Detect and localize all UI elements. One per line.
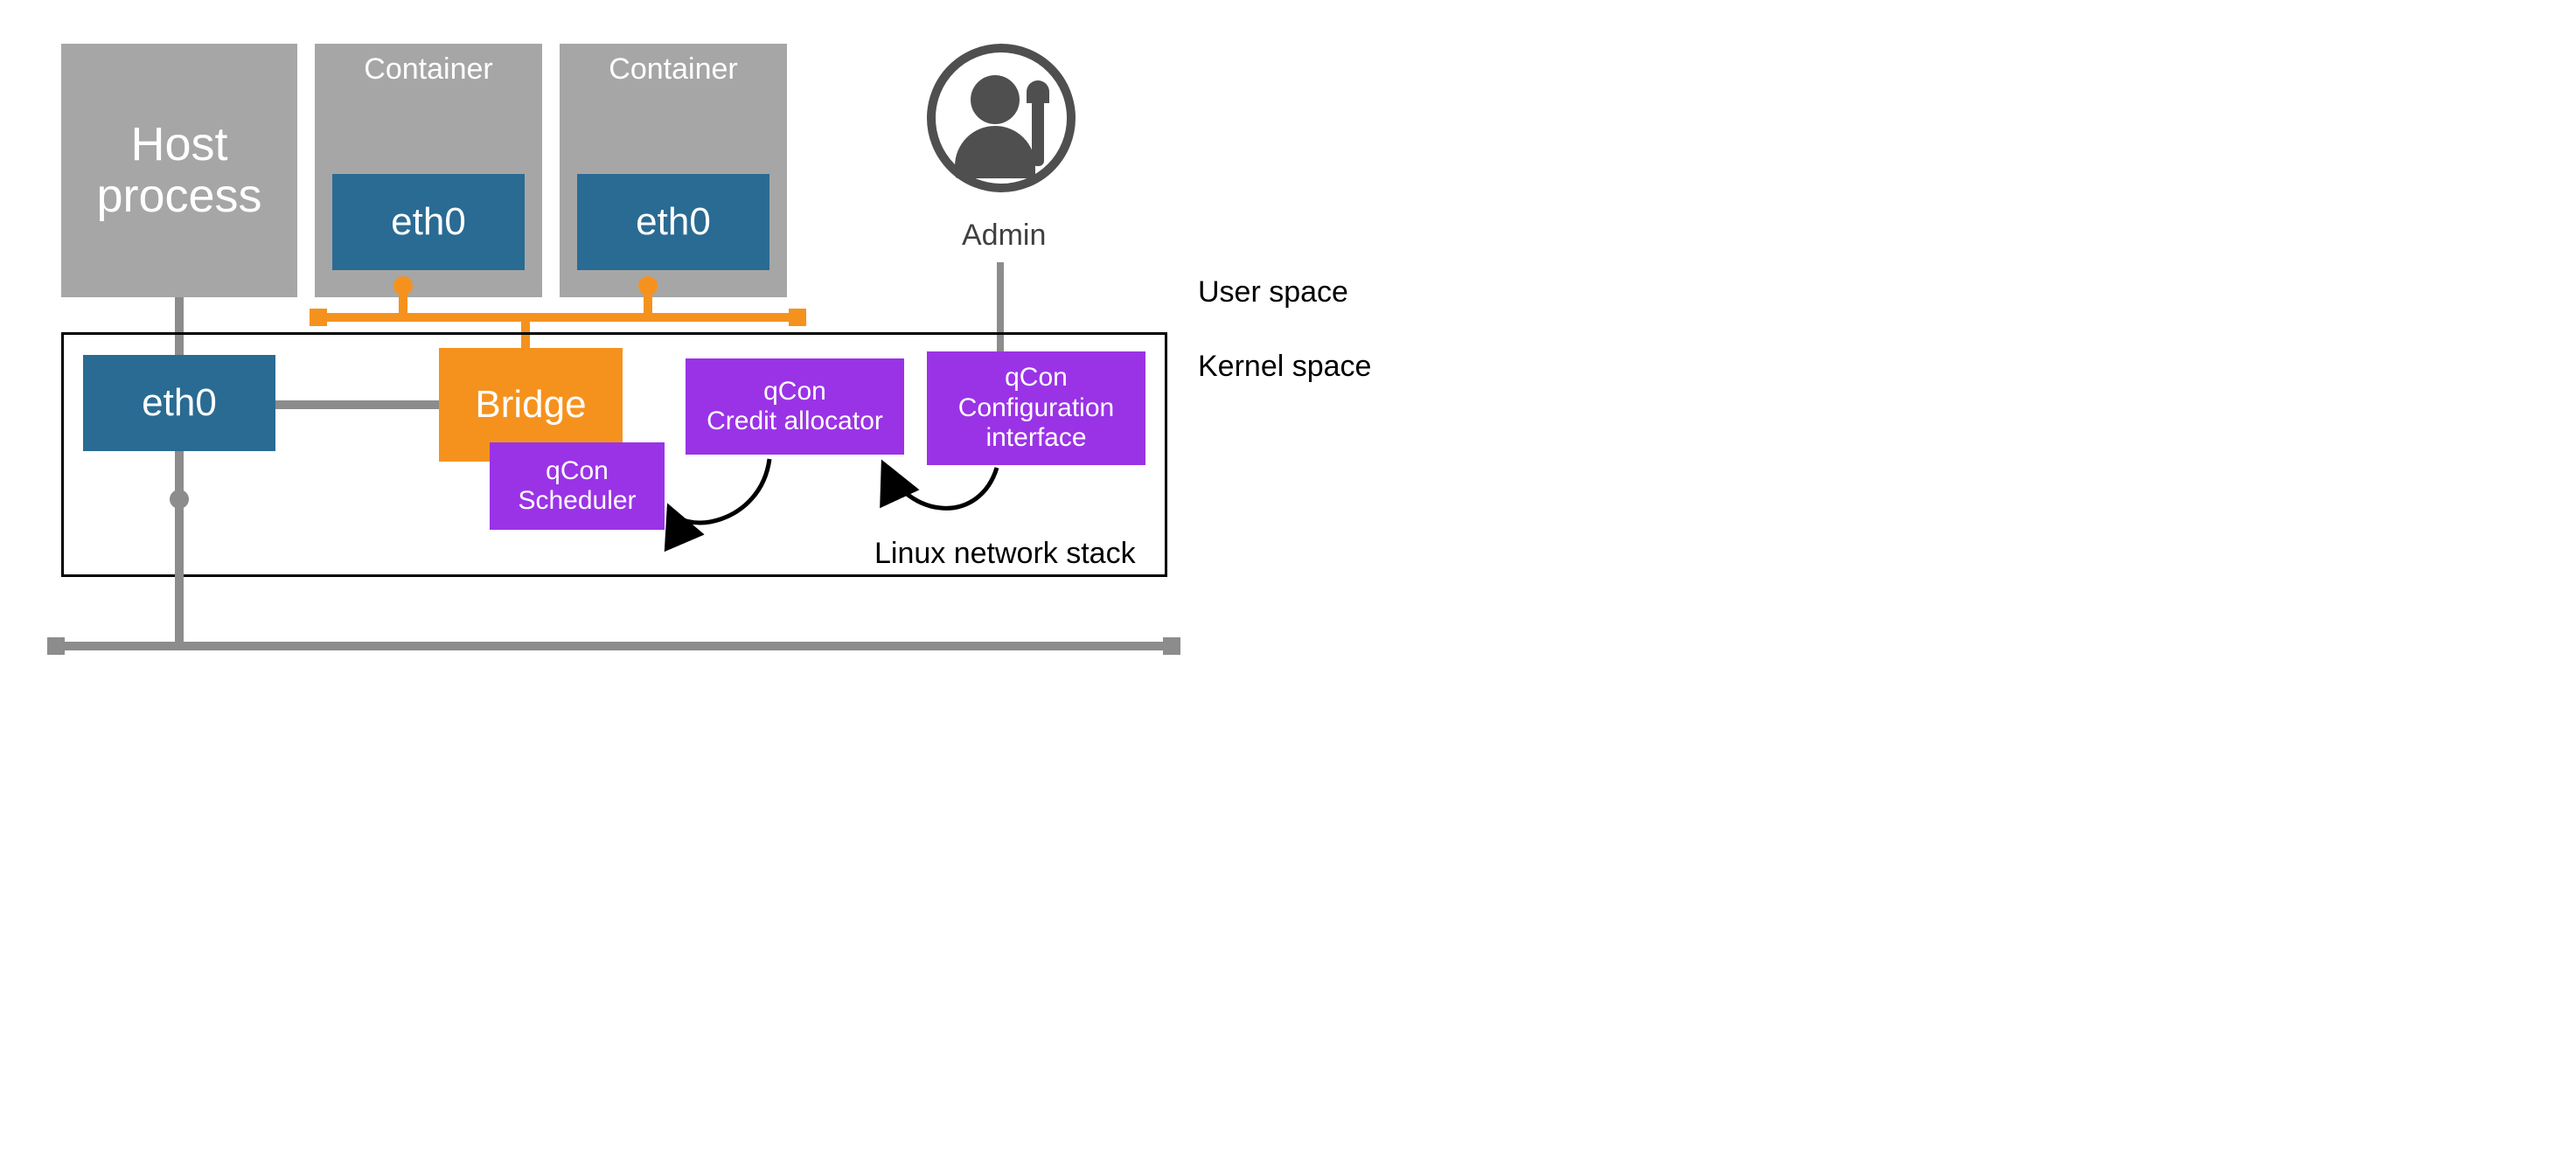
admin-icon-body (955, 126, 1035, 178)
user-space-label: User space (1198, 275, 1348, 309)
bridge-bus-end-left (310, 309, 327, 326)
container-2-title: Container (609, 52, 737, 87)
admin-icon-head (971, 75, 1020, 124)
container-2-eth0-label: eth0 (636, 200, 711, 244)
bridge-label: Bridge (475, 383, 586, 427)
admin-icon (927, 44, 1076, 192)
physical-bus-end-right (1163, 637, 1180, 655)
container-1-box: Container eth0 (315, 44, 542, 297)
bridge-bus-dot-c2 (638, 276, 658, 295)
bridge-bus-dot-c1 (393, 276, 413, 295)
kernel-eth0-label: eth0 (142, 381, 217, 425)
qcon-config-box: qCon Configuration interface (927, 351, 1145, 465)
architecture-diagram: Host process Container eth0 Container et… (35, 35, 1399, 673)
container-2-box: Container eth0 (560, 44, 787, 297)
container-1-eth0-label: eth0 (391, 200, 466, 244)
qcon-allocator-label: qCon Credit allocator (707, 377, 883, 437)
container-2-eth0: eth0 (577, 174, 769, 270)
qcon-scheduler-box: qCon Scheduler (490, 442, 665, 530)
eth0-bridge-line (275, 400, 442, 409)
physical-bus-end-left (47, 637, 65, 655)
qcon-scheduler-label: qCon Scheduler (518, 456, 636, 517)
admin-label: Admin (962, 219, 1046, 253)
container-1-title: Container (364, 52, 492, 87)
host-process-label: Host process (96, 119, 261, 223)
qcon-allocator-box: qCon Credit allocator (686, 358, 904, 455)
host-process-box: Host process (61, 44, 297, 297)
container-1-eth0: eth0 (332, 174, 525, 270)
bridge-bus-horizontal (315, 313, 796, 322)
kernel-space-label: Kernel space (1198, 350, 1371, 384)
eth0-down-dot (170, 490, 189, 509)
qcon-config-label: qCon Configuration interface (958, 363, 1114, 454)
admin-icon-wrench (1032, 87, 1044, 166)
eth0-down-line (175, 451, 184, 645)
linux-network-stack-label: Linux network stack (874, 537, 1136, 571)
bridge-bus-end-right (789, 309, 806, 326)
physical-network-bus (52, 642, 1167, 650)
kernel-eth0-box: eth0 (83, 355, 275, 451)
